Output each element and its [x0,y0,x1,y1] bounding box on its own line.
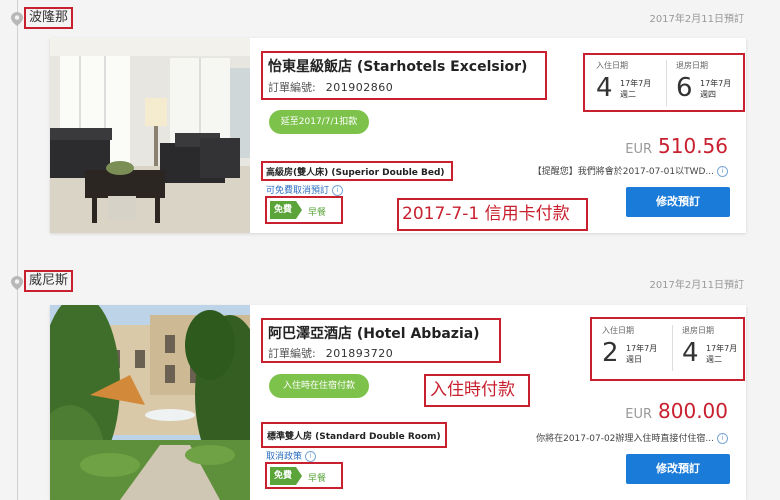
hotel-photo[interactable] [50,305,250,500]
order-number-label: 訂單編號: [268,81,316,94]
room-type: 高級房(雙人床) (Superior Double Bed) [266,168,445,178]
date-divider [672,325,673,371]
cancel-policy-text[interactable]: 可免費取消預訂 [266,186,329,196]
checkin-date: 入住日期 4 17年7月 週二 [588,56,662,110]
timeline-line [17,0,18,500]
modify-booking-button[interactable]: 修改預訂 [626,187,730,217]
checkin-day: 4 [596,73,613,103]
payment-note: 你將在2017-07-02辦理入住時直接付住宿... i [536,431,728,444]
checkout-weekday: 週四 [700,90,716,99]
info-icon[interactable]: i [332,185,344,196]
room-type: 標準雙人房 (Standard Double Room) [267,432,441,442]
checkin-month: 17年7月 [620,79,652,88]
order-number: 訂單編號: 201902860 [268,79,393,95]
checkout-month: 17年7月 [706,344,738,353]
stay-dates: 入住日期 4 17年7月 週二 退房日期 6 17年7月 週四 [588,56,740,110]
date-divider [666,60,667,106]
checkout-label: 退房日期 [676,61,708,70]
payment-status-pill: 延至2017/7/1扣款 [269,110,369,134]
checkin-label: 入住日期 [602,326,634,335]
booking-card: 怡東星級飯店 (Starhotels Excelsior) 訂單編號: 20190… [50,38,746,233]
order-number-label: 訂單編號: [268,347,316,360]
free-badge: 免費 [270,201,302,219]
checkout-label: 退房日期 [682,326,714,335]
info-icon[interactable]: i [717,166,728,177]
city-label: 威尼斯 [24,270,74,292]
order-number-value: 201893720 [325,347,394,360]
checkout-weekday: 週二 [706,355,722,364]
price-amount: 800.00 [658,399,728,423]
info-icon[interactable]: i [305,451,317,462]
checkin-label: 入住日期 [596,61,628,70]
checkin-day: 2 [602,338,619,368]
map-pin-icon [11,12,23,26]
price-currency: EUR [625,407,653,422]
cancel-policy-text[interactable]: 取消政策 [266,452,302,462]
stay-dates: 入住日期 2 17年7月 週日 退房日期 4 17年7月 週二 [594,321,742,377]
order-number: 訂單編號: 201893720 [268,345,393,361]
payment-note-text: 【提醒您】我們將會於2017-07-01以TWD... [532,167,714,177]
checkout-month: 17年7月 [700,79,732,88]
checkout-date: 退房日期 4 17年7月 週二 [674,321,748,377]
checkin-month: 17年7月 [626,344,658,353]
info-icon[interactable]: i [717,433,728,444]
price-currency: EUR [625,142,653,157]
hotel-name[interactable]: 阿巴澤亞酒店 (Hotel Abbazia) [268,323,480,343]
booked-date: 2017年2月11日預訂 [649,14,744,25]
cancel-policy-link[interactable]: 可免費取消預訂 i [266,183,344,196]
checkout-day: 6 [676,73,693,103]
payment-annotation: 入住時付款 [430,380,515,400]
booked-date: 2017年2月11日預訂 [649,280,744,291]
payment-status-pill: 入住時在住宿付款 [269,374,369,398]
payment-note: 【提醒您】我們將會於2017-07-01以TWD... i [533,164,728,177]
city-label: 波隆那 [24,7,74,29]
modify-booking-button[interactable]: 修改預訂 [626,454,730,484]
checkin-date: 入住日期 2 17年7月 週日 [594,321,668,377]
booking-card: 阿巴澤亞酒店 (Hotel Abbazia) 訂單編號: 201893720 入住… [50,305,746,500]
checkin-weekday: 週日 [626,355,642,364]
payment-annotation: 2017-7-1 信用卡付款 [402,204,570,224]
map-pin-icon [11,276,23,290]
total-price: EUR 800.00 [625,399,728,423]
meal-label: 早餐 [308,208,327,218]
total-price: EUR 510.56 [625,134,728,158]
checkin-weekday: 週二 [620,90,636,99]
free-badge: 免費 [270,467,302,485]
order-number-value: 201902860 [325,81,394,94]
hotel-photo[interactable] [50,38,250,233]
meal-label: 早餐 [308,474,327,484]
price-amount: 510.56 [658,134,728,158]
checkout-date: 退房日期 6 17年7月 週四 [668,56,742,110]
hotel-name[interactable]: 怡東星級飯店 (Starhotels Excelsior) [268,56,527,76]
cancel-policy-link[interactable]: 取消政策 i [266,449,317,462]
payment-note-text: 你將在2017-07-02辦理入住時直接付住宿... [536,434,714,444]
checkout-day: 4 [682,338,699,368]
